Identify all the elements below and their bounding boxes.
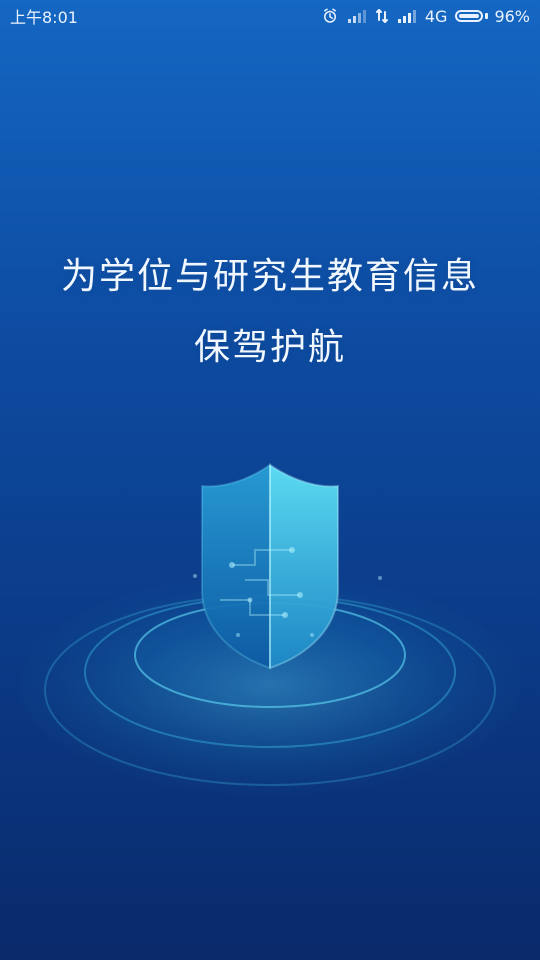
signal-icon: [347, 10, 366, 23]
network-type: 4G: [424, 6, 448, 26]
status-left: 上午8:01: [10, 4, 78, 28]
status-bar: 上午8:01 4G 96%: [0, 0, 540, 32]
status-right: 4G 96%: [321, 7, 530, 26]
status-time: 上午8:01: [10, 8, 78, 27]
headline-line-1: 为学位与研究生教育信息: [60, 256, 479, 297]
battery-fill: [459, 14, 479, 18]
battery: 96%: [455, 7, 530, 26]
battery-percent: 96%: [494, 6, 530, 26]
alarm-icon: [323, 8, 336, 23]
hero-graphic: [20, 463, 520, 795]
data-arrows-icon: [375, 9, 388, 23]
shield-icon: [201, 463, 339, 670]
headline-line-2: 保驾护航: [193, 327, 346, 368]
battery-icon: [455, 10, 484, 22]
signal-icon: [397, 10, 416, 23]
battery-cap: [485, 13, 489, 19]
